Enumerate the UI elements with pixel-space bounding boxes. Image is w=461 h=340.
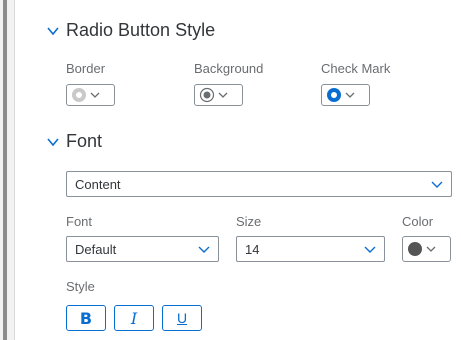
chevron-down-icon bbox=[198, 246, 210, 253]
chevron-down-icon bbox=[90, 92, 100, 98]
border-label: Border bbox=[66, 61, 106, 76]
bold-button[interactable]: B bbox=[66, 305, 106, 331]
font-color-picker[interactable] bbox=[402, 236, 451, 262]
chevron-down-icon bbox=[47, 137, 59, 146]
radio-background-icon bbox=[199, 87, 215, 103]
font-size-select[interactable]: 14 bbox=[236, 236, 385, 262]
font-target-value: Content bbox=[75, 176, 121, 192]
chevron-down-icon bbox=[426, 246, 436, 252]
size-label: Size bbox=[236, 214, 262, 229]
chevron-down-icon bbox=[431, 181, 443, 188]
radio-check-mark-icon bbox=[327, 88, 341, 102]
font-family-value: Default bbox=[75, 241, 117, 257]
chevron-down-icon bbox=[218, 92, 228, 98]
chevron-down-icon bbox=[364, 246, 376, 253]
panel-scroll-bar[interactable] bbox=[3, 0, 7, 340]
color-label: Color bbox=[402, 214, 434, 229]
font-family-select[interactable]: Default bbox=[66, 236, 219, 262]
font-label: Font bbox=[66, 214, 93, 229]
font-section-header[interactable]: Font bbox=[46, 131, 102, 152]
check-mark-style-dropdown[interactable] bbox=[321, 84, 370, 106]
font-target-select[interactable]: Content bbox=[66, 171, 452, 197]
color-swatch-icon bbox=[408, 242, 422, 256]
chevron-down-icon bbox=[345, 92, 355, 98]
check-mark-label: Check Mark bbox=[321, 61, 391, 76]
background-label: Background bbox=[194, 61, 264, 76]
section-title: Font bbox=[66, 131, 103, 151]
style-label: Style bbox=[66, 279, 95, 294]
chevron-down-icon bbox=[47, 26, 59, 35]
background-style-dropdown[interactable] bbox=[194, 84, 243, 106]
formatting-panel: Radio Button Style Border Background Che… bbox=[0, 0, 461, 340]
radio-border-icon bbox=[72, 88, 86, 102]
font-size-value: 14 bbox=[245, 241, 260, 257]
panel-left-edge bbox=[0, 0, 15, 340]
radio-button-style-header[interactable]: Radio Button Style bbox=[46, 20, 215, 41]
italic-button[interactable]: I bbox=[114, 305, 154, 331]
underline-button[interactable]: U bbox=[162, 305, 202, 331]
border-style-dropdown[interactable] bbox=[66, 84, 115, 106]
section-title: Radio Button Style bbox=[66, 20, 216, 40]
